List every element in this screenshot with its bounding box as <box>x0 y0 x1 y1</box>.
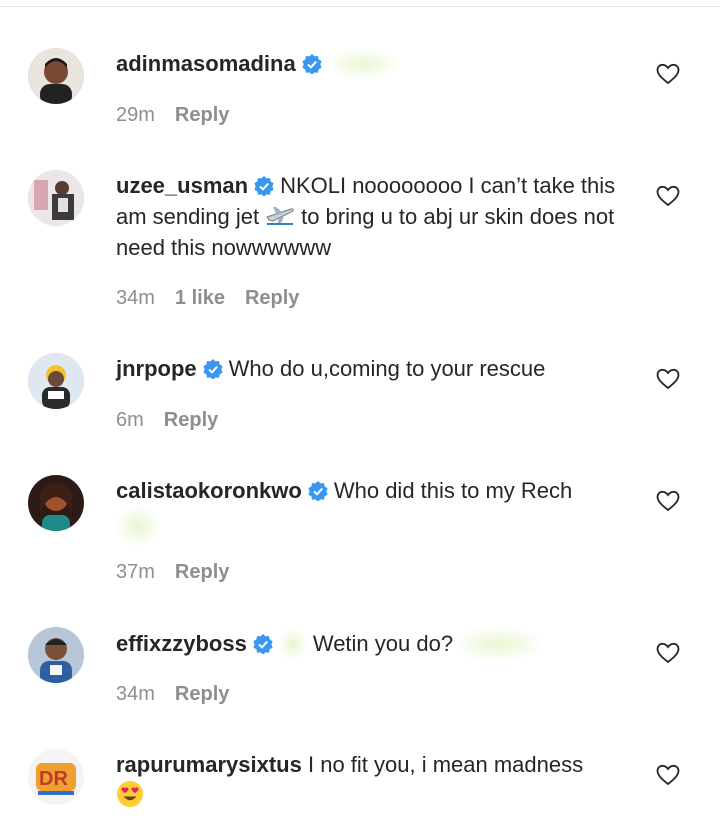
comment-text: jnrpope Who do u,coming to your rescue <box>116 353 626 384</box>
comment-meta: 34m Reply <box>116 683 249 706</box>
avatar[interactable] <box>28 475 84 531</box>
username[interactable]: jnrpope <box>116 356 197 381</box>
heart-icon[interactable] <box>656 641 680 665</box>
heart-eyes-emoji-icon <box>117 781 143 807</box>
avatar[interactable] <box>28 48 84 104</box>
blurred-emoji <box>116 506 160 546</box>
heart-icon[interactable] <box>656 489 680 513</box>
verified-badge-icon <box>253 634 273 654</box>
airplane-emoji-icon <box>266 207 294 225</box>
username[interactable]: calistaokoronkwo <box>116 478 302 503</box>
username[interactable]: effixzzyboss <box>116 631 247 656</box>
timestamp: 34m <box>116 287 155 309</box>
username[interactable]: adinmasomadina <box>116 51 296 76</box>
comment-message: Who do u,coming to your rescue <box>228 356 546 381</box>
heart-icon[interactable] <box>656 367 680 391</box>
comment-message: I no fit you, i mean madness <box>307 752 584 777</box>
verified-badge-icon <box>308 481 328 501</box>
comment-text: rapurumarysixtus I no fit you, i mean ma… <box>116 749 626 811</box>
username[interactable]: rapurumarysixtus <box>116 752 302 777</box>
comment-text: effixzzyboss Wetin you do? <box>116 627 626 661</box>
avatar[interactable] <box>28 353 84 409</box>
heart-icon[interactable] <box>656 62 680 86</box>
verified-badge-icon <box>203 359 223 379</box>
comment-message: Who did this to my Rech <box>333 478 573 503</box>
comment-meta: 34m 1 like Reply <box>116 287 319 310</box>
timestamp: 37m <box>116 561 155 583</box>
reply-button[interactable]: Reply <box>164 409 218 431</box>
verified-badge-icon <box>254 176 274 196</box>
reply-button[interactable]: Reply <box>245 287 299 309</box>
avatar[interactable] <box>28 627 84 683</box>
username[interactable]: uzee_usman <box>116 173 248 198</box>
svg-text:DR: DR <box>39 768 68 790</box>
comment-text: adinmasomadina <box>116 48 626 79</box>
blurred-emoji <box>453 627 544 661</box>
avatar[interactable]: DR <box>28 749 84 805</box>
avatar[interactable] <box>28 170 84 226</box>
comment-message: Wetin you do? <box>312 631 454 656</box>
verified-badge-icon <box>302 54 322 74</box>
likes-count[interactable]: 1 like <box>175 287 225 309</box>
blurred-emoji <box>278 627 307 661</box>
timestamp: 6m <box>116 409 144 431</box>
top-divider <box>0 0 720 7</box>
comment-text: uzee_usman NKOLI noooooooo I can’t take t… <box>116 170 626 263</box>
reply-button[interactable]: Reply <box>175 561 229 583</box>
blurred-emoji <box>327 49 398 79</box>
comment-text: calistaokoronkwo Who did this to my Rech <box>116 475 626 554</box>
reply-button[interactable]: Reply <box>175 683 229 705</box>
timestamp: 29m <box>116 104 155 126</box>
timestamp: 34m <box>116 683 155 705</box>
comment-meta: 6m Reply <box>116 409 238 432</box>
heart-icon[interactable] <box>656 184 680 208</box>
comment-meta: 37m Reply <box>116 561 249 584</box>
reply-button[interactable]: Reply <box>175 104 229 126</box>
heart-icon[interactable] <box>656 763 680 787</box>
comment-meta: 29m Reply <box>116 104 249 127</box>
